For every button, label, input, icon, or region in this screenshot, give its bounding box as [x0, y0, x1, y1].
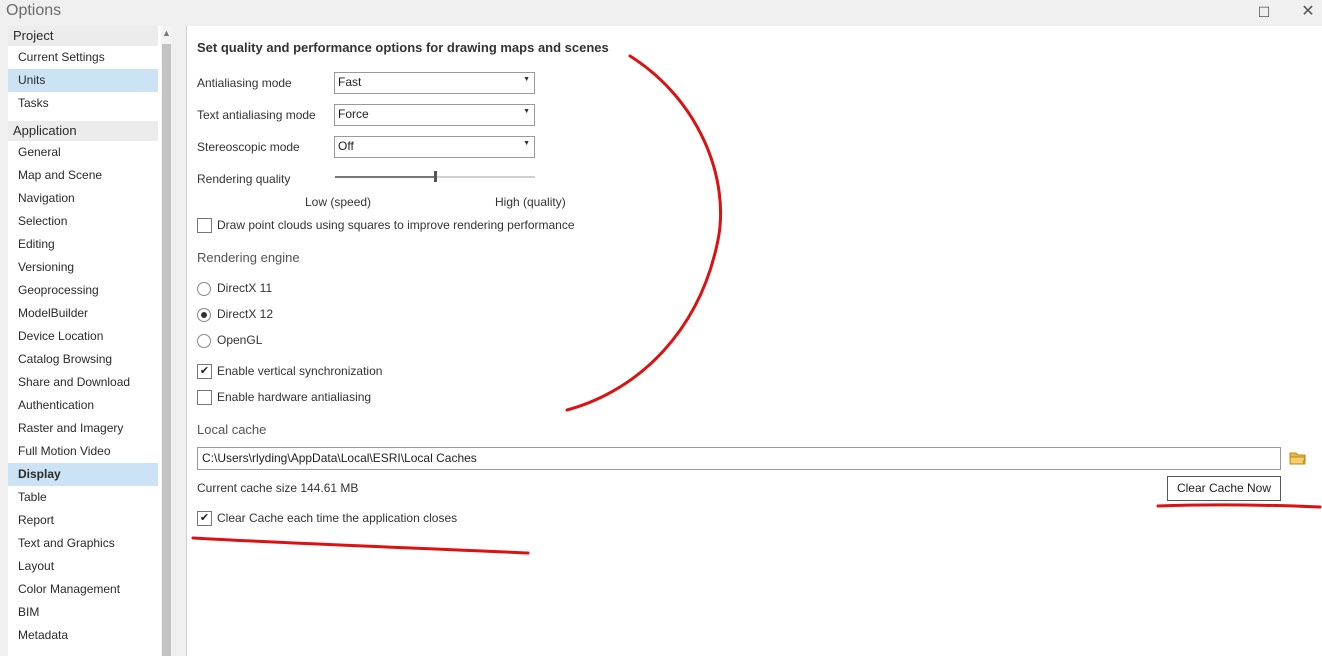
sidebar-item-catalog-browsing[interactable]: Catalog Browsing — [8, 348, 158, 371]
sidebar-item-text-and-graphics[interactable]: Text and Graphics — [8, 532, 158, 555]
sidebar-item-editing[interactable]: Editing — [8, 233, 158, 256]
window-title: Options — [6, 2, 62, 19]
sidebar-item-display[interactable]: Display — [8, 463, 158, 486]
chevron-down-icon: ▼ — [523, 108, 530, 115]
radio-directx-11[interactable] — [197, 282, 211, 296]
rendering-quality-label: Rendering quality — [197, 172, 291, 186]
radio-selected-dot — [201, 312, 207, 318]
clear-cache-on-close-label: Clear Cache each time the application cl… — [217, 511, 458, 525]
folder-icon[interactable] — [1289, 450, 1307, 466]
hardware-antialiasing-checkbox[interactable] — [197, 390, 212, 405]
close-icon[interactable]: ✕ — [1298, 2, 1318, 22]
chevron-down-icon: ▼ — [523, 140, 530, 147]
sidebar-item-table[interactable]: Table — [8, 486, 158, 509]
sidebar-item-color-management[interactable]: Color Management — [8, 578, 158, 601]
sidebar-item-geoprocessing[interactable]: Geoprocessing — [8, 279, 158, 302]
cache-path-input[interactable]: C:\Users\rlyding\AppData\Local\ESRI\Loca… — [197, 447, 1281, 470]
sidebar-group-header-application: Application — [8, 121, 158, 141]
cache-size-text: Current cache size 144.61 MB — [197, 481, 359, 495]
sidebar-item-layout[interactable]: Layout — [8, 555, 158, 578]
directx-12-label: DirectX 12 — [217, 307, 274, 321]
sidebar-item-bim[interactable]: BIM — [8, 601, 158, 624]
sidebar-item-device-location[interactable]: Device Location — [8, 325, 158, 348]
sidebar-item-full-motion-video[interactable]: Full Motion Video — [8, 440, 158, 463]
sidebar-item-versioning[interactable]: Versioning — [8, 256, 158, 279]
local-cache-heading: Local cache — [197, 422, 267, 437]
sidebar-item-general[interactable]: General — [8, 141, 158, 164]
sidebar-item-modelbuilder[interactable]: ModelBuilder — [8, 302, 158, 325]
sidebar-list: Project Current Settings Units Tasks App… — [8, 26, 158, 647]
sidebar-item-units[interactable]: Units — [8, 69, 158, 92]
point-clouds-label: Draw point clouds using squares to impro… — [217, 218, 575, 232]
opengl-label: OpenGL — [217, 333, 263, 347]
clear-cache-on-close-checkbox[interactable]: ✔ — [197, 511, 212, 526]
antialiasing-select[interactable]: Fast ▼ — [334, 72, 535, 94]
quality-low-label: Low (speed) — [305, 195, 372, 209]
sidebar-item-navigation[interactable]: Navigation — [8, 187, 158, 210]
hardware-antialiasing-label: Enable hardware antialiasing — [217, 390, 372, 404]
stereoscopic-value: Off — [338, 139, 354, 153]
chevron-down-icon: ▼ — [523, 76, 530, 83]
sidebar-group-header-project: Project — [8, 26, 158, 46]
options-sidebar: Project Current Settings Units Tasks App… — [8, 26, 172, 656]
sidebar-item-raster-and-imagery[interactable]: Raster and Imagery — [8, 417, 158, 440]
sidebar-scrollbar[interactable]: ▲ — [161, 26, 172, 656]
display-options-panel: Set quality and performance options for … — [186, 26, 1322, 656]
point-clouds-checkbox[interactable] — [197, 218, 212, 233]
rendering-quality-slider[interactable] — [335, 171, 535, 182]
panel-heading: Set quality and performance options for … — [197, 40, 609, 55]
radio-directx-12[interactable] — [197, 308, 211, 322]
sidebar-item-map-and-scene[interactable]: Map and Scene — [8, 164, 158, 187]
rendering-engine-heading: Rendering engine — [197, 250, 300, 265]
clear-cache-button[interactable]: Clear Cache Now — [1167, 476, 1281, 501]
scrollbar-thumb[interactable] — [162, 44, 171, 656]
radio-opengl[interactable] — [197, 334, 211, 348]
sidebar-item-report[interactable]: Report — [8, 509, 158, 532]
sidebar-item-tasks[interactable]: Tasks — [8, 92, 158, 115]
vsync-label: Enable vertical synchronization — [217, 364, 383, 378]
slider-fill — [335, 176, 435, 178]
stereoscopic-label: Stereoscopic mode — [197, 140, 300, 154]
maximize-icon[interactable]: ☐ — [1254, 2, 1274, 22]
sidebar-item-selection[interactable]: Selection — [8, 210, 158, 233]
slider-thumb[interactable] — [434, 171, 437, 182]
text-antialiasing-label: Text antialiasing mode — [197, 108, 316, 122]
scroll-up-icon[interactable]: ▲ — [161, 28, 172, 38]
title-bar: Options ☐ ✕ — [0, 0, 1322, 24]
text-antialiasing-value: Force — [338, 107, 369, 121]
quality-high-label: High (quality) — [495, 195, 566, 209]
vsync-checkbox[interactable]: ✔ — [197, 364, 212, 379]
stereoscopic-select[interactable]: Off ▼ — [334, 136, 535, 158]
sidebar-item-current-settings[interactable]: Current Settings — [8, 46, 158, 69]
sidebar-item-metadata[interactable]: Metadata — [8, 624, 158, 647]
sidebar-item-authentication[interactable]: Authentication — [8, 394, 158, 417]
directx-11-label: DirectX 11 — [217, 281, 273, 295]
antialiasing-label: Antialiasing mode — [197, 76, 292, 90]
text-antialiasing-select[interactable]: Force ▼ — [334, 104, 535, 126]
cache-path-value: C:\Users\rlyding\AppData\Local\ESRI\Loca… — [202, 451, 477, 465]
antialiasing-value: Fast — [338, 75, 362, 89]
sidebar-item-share-and-download[interactable]: Share and Download — [8, 371, 158, 394]
